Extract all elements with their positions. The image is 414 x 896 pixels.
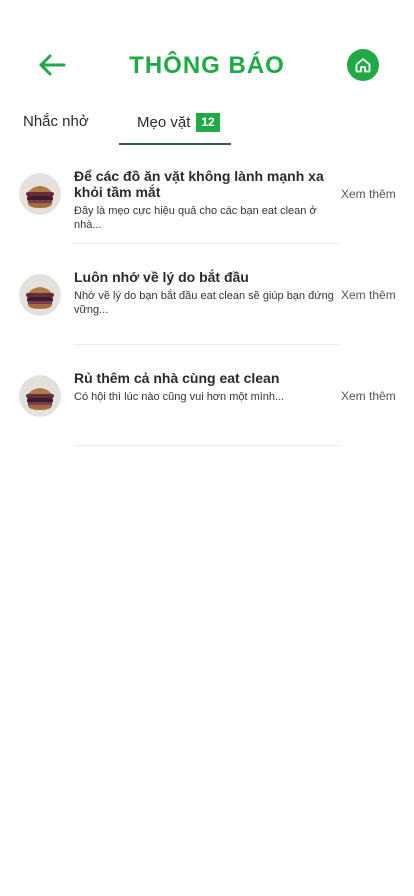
home-button[interactable] [347,49,379,81]
item-title: Rủ thêm cả nhà cùng eat clean [74,370,280,386]
tab-bar: Nhắc nhở Mẹo vặt 12 [0,105,414,147]
divider [74,243,340,244]
active-tab-indicator [119,143,231,145]
tab-tips[interactable]: Mẹo vặt 12 [137,113,220,132]
tab-label: Mẹo vặt [137,114,191,131]
tab-label: Nhắc nhở [23,113,89,130]
tab-reminders[interactable]: Nhắc nhở [23,113,89,130]
item-title: Để các đồ ăn vặt không lành mạnh xa khỏi… [74,168,324,200]
item-title: Luôn nhớ về lý do bắt đầu [74,269,249,285]
item-description: Đây là mẹo cực hiệu quả cho các bạn eat … [74,205,317,231]
count-badge: 12 [196,113,220,132]
see-more-link[interactable]: Xem thêm [341,187,396,201]
burger-thumbnail [19,274,61,316]
list-item[interactable]: Luôn nhớ về lý do bắt đầu Nhớ về lý do b… [0,261,414,362]
item-description: Có hội thì lúc nào cũng vui hơn một mình… [74,391,285,403]
list-item[interactable]: Để các đồ ăn vặt không lành mạnh xa khỏi… [0,160,414,261]
list-item[interactable]: Rủ thêm cả nhà cùng eat clean Có hội thì… [0,362,414,463]
divider [74,344,340,345]
burger-thumbnail [19,173,61,215]
tips-list: Để các đồ ăn vặt không lành mạnh xa khỏi… [0,160,414,463]
home-icon [355,58,371,73]
burger-thumbnail [19,375,61,417]
see-more-link[interactable]: Xem thêm [341,389,396,403]
app-header: THÔNG BÁO [0,0,414,100]
divider [74,445,340,446]
see-more-link[interactable]: Xem thêm [341,288,396,302]
item-description: Nhớ về lý do bạn bắt đầu eat clean sẽ gi… [74,290,334,316]
